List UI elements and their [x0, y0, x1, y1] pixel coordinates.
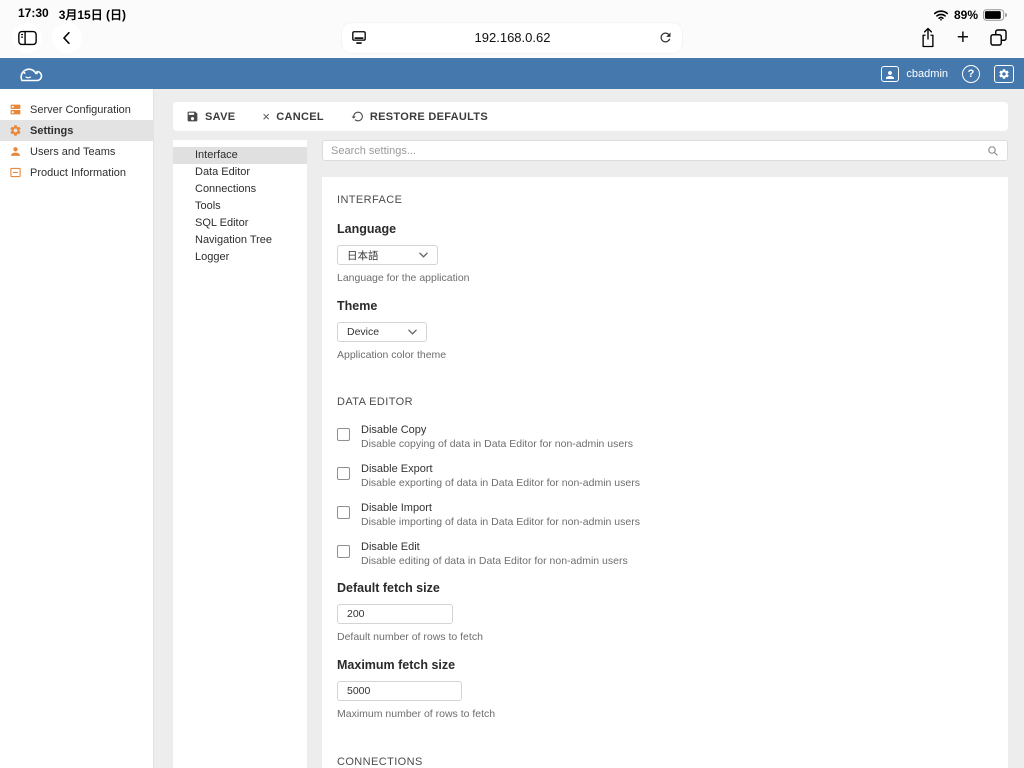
settings-tab-tools[interactable]: Tools — [173, 198, 307, 215]
chevron-down-icon — [419, 252, 428, 258]
search-icon — [987, 145, 999, 157]
user-avatar-icon — [881, 66, 899, 82]
settings-tab-interface[interactable]: Interface — [173, 147, 307, 164]
language-description: Language for the application — [337, 272, 993, 284]
battery-icon — [983, 9, 1008, 21]
share-icon[interactable] — [919, 27, 937, 48]
search-input[interactable] — [331, 145, 987, 157]
reload-icon[interactable] — [658, 30, 673, 45]
status-bar: 17:30 3月15日 (日) 89% — [0, 0, 1024, 23]
gear-icon — [9, 124, 22, 137]
disable-edit-row: Disable Edit Disable editing of data in … — [337, 541, 993, 567]
theme-label: Theme — [337, 299, 993, 313]
sidebar-toggle-button[interactable] — [12, 23, 42, 53]
default-fetch-size-description: Default number of rows to fetch — [337, 631, 993, 643]
sidebar-item-users-and-teams[interactable]: Users and Teams — [0, 141, 153, 162]
language-select[interactable]: 日本語 — [337, 245, 438, 265]
sidebar-item-label: Server Configuration — [30, 104, 131, 116]
sidebar-item-product-information[interactable]: Product Information — [0, 162, 153, 183]
sidebar-item-server-configuration[interactable]: Server Configuration — [0, 99, 153, 120]
disable-import-row: Disable Import Disable importing of data… — [337, 502, 993, 528]
user-icon — [9, 145, 22, 158]
new-tab-icon[interactable]: + — [957, 27, 969, 48]
settings-tab-sql-editor[interactable]: SQL Editor — [173, 215, 307, 232]
settings-search — [322, 140, 1008, 161]
clock: 17:30 — [18, 6, 49, 23]
save-icon — [186, 110, 199, 123]
section-title-data-editor: DATA EDITOR — [337, 396, 993, 408]
sidebar-item-settings[interactable]: Settings — [0, 120, 153, 141]
disable-export-row: Disable Export Disable exporting of data… — [337, 463, 993, 489]
username: cbadmin — [906, 68, 948, 80]
disable-edit-checkbox[interactable] — [337, 545, 350, 558]
wifi-icon — [933, 9, 949, 21]
page-settings-icon[interactable] — [351, 30, 367, 45]
restore-icon — [351, 110, 364, 123]
battery-percent: 89% — [954, 8, 978, 22]
settings-tab-navigation-tree[interactable]: Navigation Tree — [173, 232, 307, 249]
disable-export-checkbox[interactable] — [337, 467, 350, 480]
ios-chrome: 17:30 3月15日 (日) 89% — [0, 0, 1024, 58]
help-button[interactable]: ? — [962, 65, 980, 83]
section-title-connections: CONNECTIONS — [337, 756, 993, 768]
restore-defaults-button[interactable]: RESTORE DEFAULTS — [351, 110, 488, 123]
default-fetch-size-label: Default fetch size — [337, 581, 993, 595]
settings-tab-data-editor[interactable]: Data Editor — [173, 164, 307, 181]
max-fetch-size-input[interactable] — [337, 681, 462, 701]
gear-icon — [998, 68, 1010, 80]
language-label: Language — [337, 222, 993, 236]
theme-description: Application color theme — [337, 349, 993, 361]
max-fetch-size-label: Maximum fetch size — [337, 658, 993, 672]
back-button[interactable] — [52, 23, 82, 53]
section-title-interface: INTERFACE — [337, 194, 993, 206]
question-mark-icon: ? — [968, 68, 975, 80]
action-toolbar: SAVE × CANCEL RESTORE DEFAULTS — [173, 102, 1008, 131]
close-icon: × — [262, 110, 270, 123]
settings-tab-logger[interactable]: Logger — [173, 249, 307, 266]
settings-form: INTERFACE Language 日本語 Language for the … — [322, 177, 1008, 768]
safari-toolbar: 192.168.0.62 + — [0, 23, 1024, 58]
sidebar-item-label: Users and Teams — [30, 146, 115, 158]
app-header: cbadmin ? — [0, 58, 1024, 89]
sidebar-item-label: Product Information — [30, 167, 126, 179]
disable-import-checkbox[interactable] — [337, 506, 350, 519]
tabs-icon[interactable] — [989, 28, 1008, 47]
default-fetch-size-input[interactable] — [337, 604, 453, 624]
settings-tab-connections[interactable]: Connections — [173, 181, 307, 198]
cancel-button[interactable]: × CANCEL — [262, 110, 324, 123]
address-bar[interactable]: 192.168.0.62 — [342, 23, 682, 53]
theme-select[interactable]: Device — [337, 322, 427, 342]
disable-copy-checkbox[interactable] — [337, 428, 350, 441]
url-text: 192.168.0.62 — [367, 30, 658, 45]
settings-nav: Interface Data Editor Connections Tools … — [173, 140, 307, 768]
sidebar-item-label: Settings — [30, 125, 73, 137]
user-menu[interactable]: cbadmin — [881, 66, 948, 82]
chevron-down-icon — [408, 329, 417, 335]
settings-button[interactable] — [994, 65, 1014, 83]
max-fetch-size-description: Maximum number of rows to fetch — [337, 708, 993, 720]
cloudbeaver-logo — [12, 61, 46, 87]
date: 3月15日 (日) — [59, 6, 126, 23]
screen: 17:30 3月15日 (日) 89% — [0, 0, 1024, 768]
info-icon — [9, 166, 22, 179]
disable-copy-row: Disable Copy Disable copying of data in … — [337, 424, 993, 450]
server-icon — [9, 103, 22, 116]
save-button[interactable]: SAVE — [186, 110, 235, 123]
app-sidebar: Server Configuration Settings Users and … — [0, 89, 154, 768]
